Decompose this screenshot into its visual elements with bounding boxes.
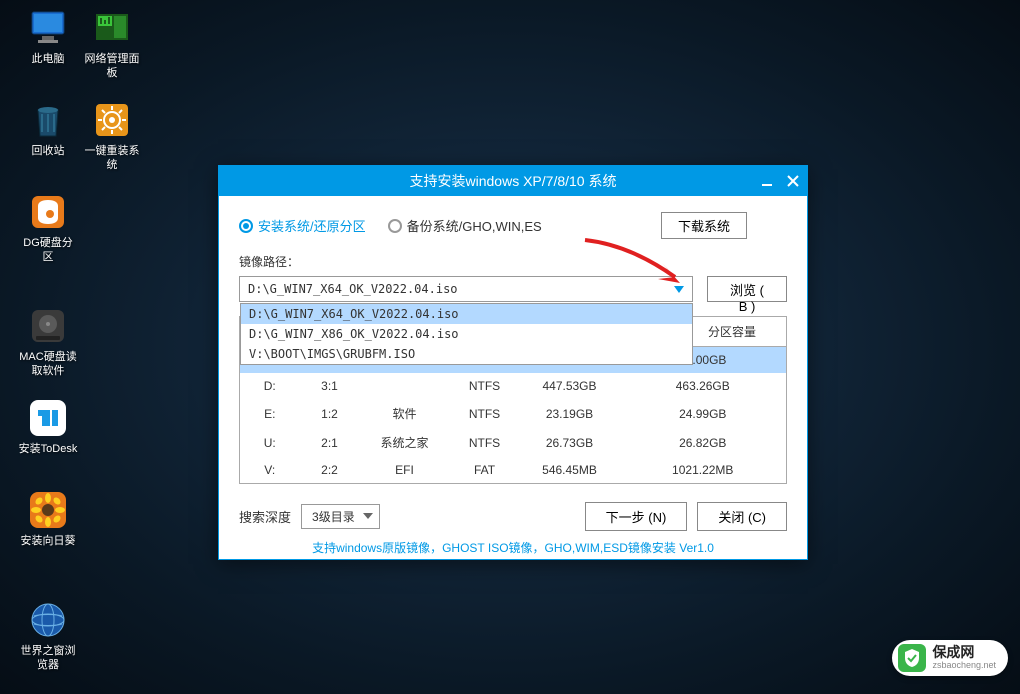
table-row[interactable]: D:3:1NTFS447.53GB463.26GB (240, 373, 787, 399)
image-path-label: 镜像路径： (239, 253, 787, 270)
hdd-icon (28, 306, 68, 346)
table-row[interactable]: E:1:2软件NTFS23.19GB24.99GB (240, 399, 787, 428)
next-button[interactable]: 下一步 (N) (585, 502, 688, 531)
footer-text: 支持windows原版镜像，GHOST ISO镜像，GHO,WIM,ESD镜像安… (239, 531, 787, 562)
watermark: 保成网 zsbaocheng.net (892, 640, 1008, 676)
desktop-icon-recycle-bin[interactable]: 回收站 (18, 100, 78, 158)
download-system-button[interactable]: 下载系统 (661, 212, 747, 239)
gear-box-icon (92, 100, 132, 140)
image-path-dropdown: D:\G_WIN7_X64_OK_V2022.04.iso D:\G_WIN7_… (240, 303, 693, 365)
desktop-icon-network-panel[interactable]: 网络管理面板 (82, 8, 142, 81)
desktop-icon-this-pc[interactable]: 此电脑 (18, 8, 78, 66)
titlebar: 支持安装windows XP/7/8/10 系统 (219, 166, 807, 196)
search-depth-label: 搜索深度 (239, 507, 291, 526)
desktop-icon-reinstall[interactable]: 一键重装系统 (82, 100, 142, 173)
network-icon (92, 8, 132, 48)
radio-backup[interactable]: 备份系统/GHO,WIN,ES (388, 216, 542, 235)
sunflower-icon (28, 490, 68, 530)
chevron-down-icon (363, 513, 373, 519)
table-row[interactable]: V:2:2EFIFAT546.45MB1021.22MB (240, 457, 787, 484)
close-button[interactable] (785, 173, 801, 189)
browse-button[interactable]: 浏览 ( B ) (707, 276, 787, 302)
desktop-icon-todesk[interactable]: 安装ToDesk (18, 398, 78, 456)
monitor-icon (28, 8, 68, 48)
radio-install-restore[interactable]: 安装系统/还原分区 (239, 216, 366, 235)
dropdown-item[interactable]: V:\BOOT\IMGS\GRUBFM.ISO (241, 344, 692, 364)
image-path-combobox[interactable]: D:\G_WIN7_X64_OK_V2022.04.iso D:\G_WIN7_… (239, 276, 693, 302)
desktop-icon-sunflower[interactable]: 安装向日葵 (18, 490, 78, 548)
window-title: 支持安装windows XP/7/8/10 系统 (410, 171, 617, 191)
disk-icon (28, 192, 68, 232)
trash-icon (28, 100, 68, 140)
dropdown-item[interactable]: D:\G_WIN7_X64_OK_V2022.04.iso (241, 304, 692, 324)
chevron-down-icon (674, 286, 684, 293)
dropdown-item[interactable]: D:\G_WIN7_X86_OK_V2022.04.iso (241, 324, 692, 344)
desktop-icon-browser[interactable]: 世界之窗浏览器 (18, 600, 78, 673)
search-depth-select[interactable]: 3级目录 (301, 504, 380, 529)
table-row[interactable]: U:2:1系统之家NTFS26.73GB26.82GB (240, 428, 787, 457)
desktop-icon-mac-disk[interactable]: MAC硬盘读取软件 (18, 306, 78, 379)
shield-icon (898, 644, 926, 672)
minimize-button[interactable] (759, 173, 775, 189)
todesk-icon (28, 398, 68, 438)
close-dialog-button[interactable]: 关闭 (C) (697, 502, 787, 531)
globe-icon (28, 600, 68, 640)
installer-window: 支持安装windows XP/7/8/10 系统 安装系统/还原分区 备份系统/… (218, 165, 808, 560)
desktop-icon-dg-partition[interactable]: DG硬盘分区 (18, 192, 78, 265)
